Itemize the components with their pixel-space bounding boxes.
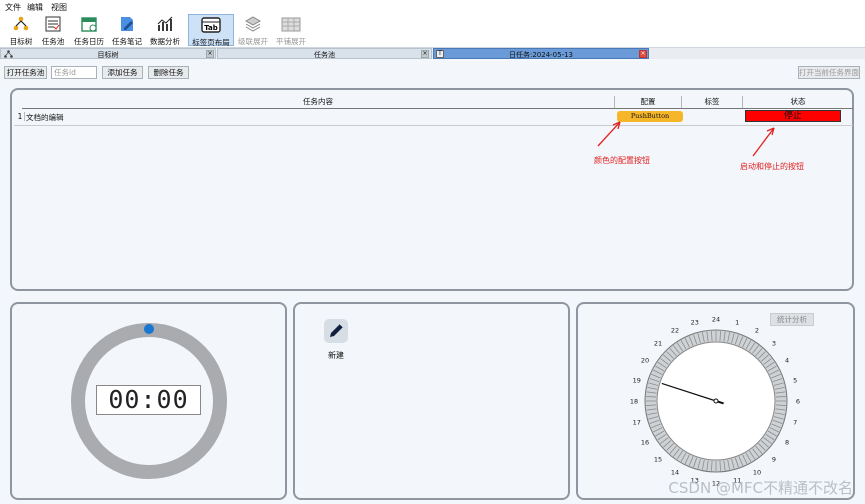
menu-edit[interactable]: 编辑 bbox=[27, 2, 43, 13]
calendar-icon bbox=[81, 17, 97, 32]
clock-hour-label: 23 bbox=[691, 318, 699, 326]
close-icon[interactable]: × bbox=[206, 50, 214, 58]
toolbar-label: 目标树 bbox=[9, 37, 33, 46]
task-toolbar: 打开任务池 任务id 添加任务 删除任务 打开当前任务界面 bbox=[0, 62, 865, 82]
timer-progress-dot[interactable] bbox=[144, 324, 154, 334]
clock-hour-label: 17 bbox=[633, 419, 641, 427]
toolbar-label: 任务笔记 bbox=[112, 37, 142, 46]
toolbar-label: 数据分析 bbox=[150, 37, 180, 46]
new-label: 新建 bbox=[328, 351, 344, 360]
chart-icon bbox=[157, 16, 173, 31]
clock-hour-label: 1 bbox=[735, 318, 739, 326]
toolbar-task-pool-button[interactable]: 任务池 bbox=[38, 14, 68, 46]
open-task-pool-button[interactable]: 打开任务池 bbox=[4, 66, 47, 79]
status-annotation: 启动和停止的按钮 bbox=[740, 162, 804, 171]
task-table-panel: 任务内容 配置 标签 状态 1 文档的编辑 PushButton 停止 颜色的配… bbox=[10, 88, 854, 291]
tree-icon bbox=[13, 16, 29, 31]
clock-hour-label: 18 bbox=[630, 398, 638, 406]
clock-center bbox=[713, 398, 719, 404]
note-icon bbox=[121, 17, 133, 31]
clock-hour-label: 4 bbox=[785, 357, 789, 365]
clock-hour-label: 21 bbox=[654, 340, 662, 348]
svg-text:Tab: Tab bbox=[204, 24, 218, 32]
toolbar-analysis-button[interactable]: 数据分析 bbox=[147, 14, 183, 46]
toolbar-calendar-button[interactable]: 任务日历 bbox=[71, 14, 107, 46]
new-button[interactable] bbox=[324, 319, 348, 343]
toolbar-tab-layout-button[interactable]: Tab 标签页布局 bbox=[188, 14, 234, 47]
clock-dial: 24 1234567891011121314151617181920212223 bbox=[630, 316, 800, 488]
clock-hour-label: 2 bbox=[755, 326, 759, 334]
toolbar-tree-button[interactable]: 目标树 bbox=[6, 14, 36, 46]
dock-pool-title: 任务池 bbox=[314, 51, 335, 59]
menu-bar: 文件 编辑 视图 bbox=[0, 0, 865, 14]
dock-day-task[interactable]: T 日任务:2024-05-13 × bbox=[433, 48, 649, 59]
toolbar-note-button[interactable]: 任务笔记 bbox=[109, 14, 145, 46]
delete-task-button[interactable]: 删除任务 bbox=[148, 66, 189, 79]
dock-tab-row: 目标树 × 任务池 × T 日任务:2024-05-13 × bbox=[0, 48, 865, 59]
toolbar-label: 任务池 bbox=[41, 37, 65, 46]
toolbar-tile-button[interactable]: 平铺展开 bbox=[274, 14, 308, 46]
edit-icon bbox=[330, 323, 344, 337]
clock-hour-label: 24 bbox=[712, 316, 720, 324]
clock-hour-label: 16 bbox=[641, 439, 649, 447]
toolbar-label: 标签页布局 bbox=[192, 38, 230, 47]
dock-tree[interactable]: 目标树 × bbox=[0, 48, 216, 59]
clock-hour-label: 22 bbox=[671, 326, 679, 334]
clock-hour-label: 19 bbox=[633, 376, 641, 384]
tile-icon bbox=[281, 17, 301, 32]
clock-hour-label: 3 bbox=[772, 340, 776, 348]
cascade-icon bbox=[244, 16, 262, 32]
toolbar-label: 任务日历 bbox=[74, 37, 104, 46]
dock-task-pool[interactable]: 任务池 × bbox=[217, 48, 432, 59]
task-id-input[interactable]: 任务id bbox=[51, 66, 97, 79]
add-task-button[interactable]: 添加任务 bbox=[102, 66, 143, 79]
clock-hour-label: 15 bbox=[654, 455, 662, 463]
clock-hour-label: 7 bbox=[793, 419, 797, 427]
clock-hour-label: 5 bbox=[793, 376, 797, 384]
menu-file[interactable]: 文件 bbox=[5, 2, 21, 13]
clock-hour-label: 20 bbox=[641, 357, 649, 365]
clock-hour-label: 8 bbox=[785, 439, 789, 447]
dock-day-title: 日任务:2024-05-13 bbox=[508, 51, 574, 59]
open-current-task-button[interactable]: 打开当前任务界面 bbox=[798, 66, 860, 79]
close-icon[interactable]: × bbox=[421, 50, 429, 58]
clock-hour-label: 9 bbox=[772, 455, 776, 463]
close-icon[interactable]: × bbox=[639, 50, 647, 58]
timer-display: 00:00 bbox=[96, 385, 201, 415]
toolbar-label: 级联展开 bbox=[238, 37, 268, 46]
clock-hour-label: 14 bbox=[671, 469, 679, 477]
watermark: CSDN @MFC不精通不改名 bbox=[668, 479, 853, 497]
clock-hour-label: 6 bbox=[796, 398, 800, 406]
toolbar-cascade-button[interactable]: 级联展开 bbox=[236, 14, 270, 46]
config-annotation: 颜色的配置按钮 bbox=[594, 156, 650, 165]
dock-tree-title: 目标树 bbox=[97, 51, 119, 59]
task-pool-icon bbox=[45, 16, 61, 32]
menu-view[interactable]: 视图 bbox=[51, 2, 67, 13]
annotation-arrows bbox=[597, 121, 775, 157]
clock-hour-label: 10 bbox=[753, 469, 761, 477]
tab-layout-icon: Tab bbox=[201, 17, 221, 33]
main-toolbar: 目标树 任务池 任务日历 任务笔记 数据分析 Tab 标签页布局 级联展开 平铺… bbox=[0, 13, 865, 48]
toolbar-label: 平铺展开 bbox=[276, 37, 306, 46]
